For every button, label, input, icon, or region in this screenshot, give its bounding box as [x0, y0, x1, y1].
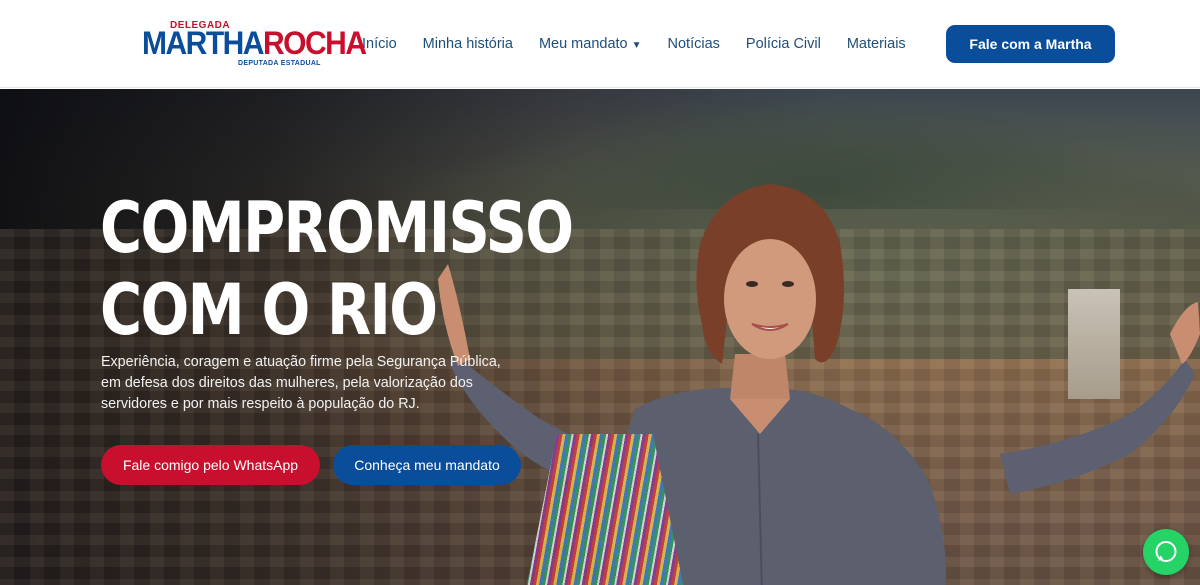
contact-martha-button[interactable]: Fale com a Martha: [946, 25, 1115, 63]
site-header: DELEGADA MARTHAROCHA DEPUTADA ESTADUAL I…: [0, 0, 1200, 88]
whatsapp-float-button[interactable]: [1143, 529, 1189, 575]
logo-subtitle: DEPUTADA ESTADUAL: [238, 60, 321, 67]
logo-name: MARTHAROCHA: [142, 25, 367, 62]
nav-item-noticias[interactable]: Notícias: [668, 34, 720, 54]
main-nav: Início Minha história Meu mandato ▼ Notíc…: [362, 34, 932, 54]
nav-item-minha-historia[interactable]: Minha história: [423, 34, 513, 54]
hero-description: Experiência, coragem e atuação firme pel…: [101, 354, 501, 412]
site-logo[interactable]: DELEGADA MARTHAROCHA DEPUTADA ESTADUAL: [142, 20, 367, 70]
whatsapp-button[interactable]: Fale comigo pelo WhatsApp: [101, 445, 320, 485]
nav-item-policia-civil[interactable]: Polícia Civil: [746, 34, 821, 54]
hero-title-line1: COMPROMISSO: [100, 187, 574, 269]
chevron-down-icon: ▼: [631, 40, 642, 51]
logo-name-part2: ROCHA: [262, 25, 367, 62]
mandate-button[interactable]: Conheça meu mandato: [333, 445, 521, 485]
logo-name-part1: MARTHA: [142, 25, 264, 62]
nav-item-materiais[interactable]: Materiais: [847, 34, 906, 54]
hero-section: COMPROMISSO COM O RIO Experiência, corag…: [0, 89, 1200, 585]
nav-item-meu-mandato-label: Meu mandato: [538, 36, 628, 52]
nav-item-inicio[interactable]: Início: [362, 34, 397, 54]
whatsapp-icon: [1155, 541, 1177, 562]
nav-item-meu-mandato[interactable]: Meu mandato ▼: [539, 34, 642, 54]
hero-title-line2: COM O RIO: [100, 269, 438, 351]
hero-title: COMPROMISSO COM O RIO: [100, 187, 574, 351]
